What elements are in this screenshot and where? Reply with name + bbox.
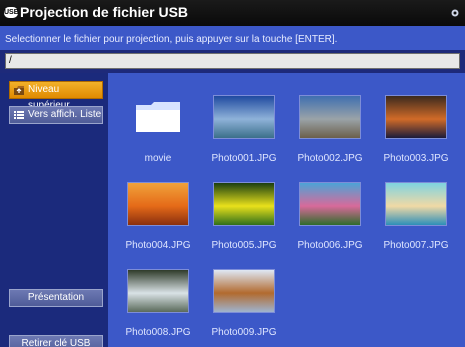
photo-thumbnail (213, 182, 275, 226)
remove-usb-label: Retirer clé USB (21, 338, 91, 347)
file-item[interactable]: Photo006.JPG (287, 182, 373, 262)
file-item[interactable]: Photo009.JPG (201, 269, 287, 347)
presentation-label: Présentation (27, 292, 85, 303)
file-item[interactable]: Photo005.JPG (201, 182, 287, 262)
remove-usb-button[interactable]: Retirer clé USB (9, 335, 103, 347)
instruction-text: Selectionner le fichier pour projection,… (0, 26, 465, 50)
file-item[interactable]: Photo007.JPG (373, 182, 459, 262)
presentation-button[interactable]: Présentation (9, 289, 103, 307)
photo-thumbnail (299, 95, 361, 139)
file-name: Photo002.JPG (297, 153, 363, 164)
file-name: Photo006.JPG (297, 240, 363, 251)
folder-up-icon (14, 86, 24, 95)
folder-item[interactable]: movie (115, 95, 201, 175)
file-item[interactable]: Photo004.JPG (115, 182, 201, 262)
file-name: Photo009.JPG (211, 327, 277, 338)
file-name: Photo008.JPG (125, 327, 191, 338)
file-name: Photo001.JPG (211, 153, 277, 164)
file-name: Photo007.JPG (383, 240, 449, 251)
file-item[interactable]: Photo008.JPG (115, 269, 201, 347)
list-view-button[interactable]: Vers affich. Liste (9, 106, 103, 124)
window-title: Projection de fichier USB (20, 4, 189, 20)
usb-projection-window: USB Projection de fichier USB Selectionn… (0, 0, 465, 347)
list-view-label: Vers affich. Liste (28, 109, 102, 120)
path-field[interactable]: / (5, 53, 460, 69)
file-item[interactable]: Photo002.JPG (287, 95, 373, 175)
file-name: Photo005.JPG (211, 240, 277, 251)
folder-icon (136, 102, 180, 132)
file-item[interactable]: Photo003.JPG (373, 95, 459, 175)
up-level-button[interactable]: Niveau supérieur (9, 81, 103, 111)
photo-thumbnail (385, 182, 447, 226)
list-icon (14, 111, 24, 119)
photo-thumbnail (385, 95, 447, 139)
title-bar: USB Projection de fichier USB (0, 0, 465, 26)
file-name: movie (144, 153, 172, 164)
photo-thumbnail (127, 269, 189, 313)
photo-thumbnail (299, 182, 361, 226)
photo-thumbnail (127, 182, 189, 226)
sidebar: Niveau supérieur Vers affich. Liste Prés… (0, 73, 108, 347)
photo-thumbnail (213, 269, 275, 313)
usb-badge-icon: USB (4, 7, 19, 18)
photo-thumbnail (213, 95, 275, 139)
file-grid: movie Photo001.JPG Photo002.JPG Photo003.JP… (108, 73, 465, 347)
file-name: Photo003.JPG (383, 153, 449, 164)
settings-icon[interactable] (449, 7, 461, 19)
file-name: Photo004.JPG (125, 240, 191, 251)
file-item[interactable]: Photo001.JPG (201, 95, 287, 175)
